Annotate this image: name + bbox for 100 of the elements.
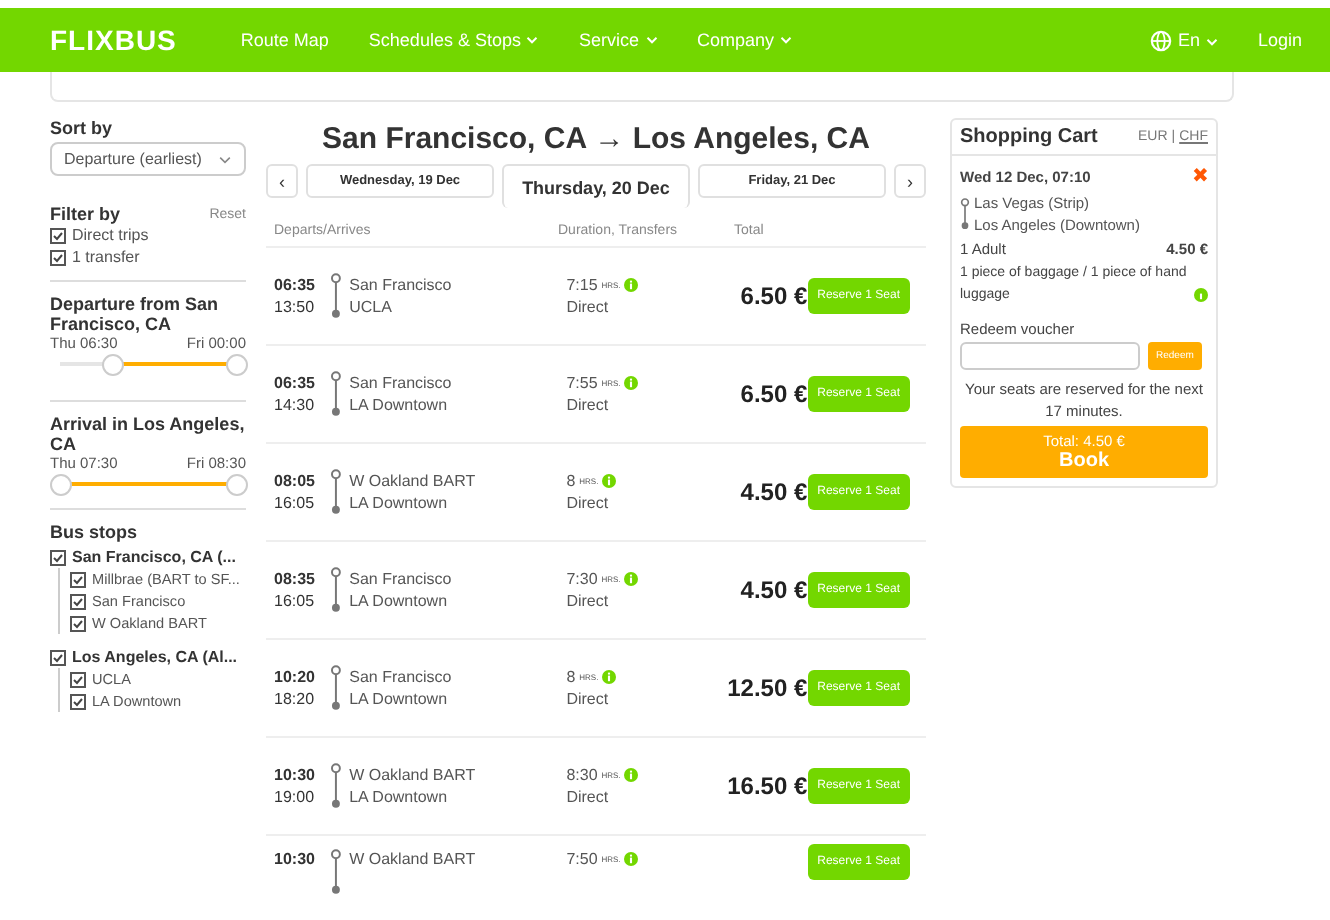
checkbox[interactable] [70,593,86,609]
duration: 7:50 [566,848,598,870]
checkbox[interactable] [50,249,66,265]
route-line-icon [329,370,342,418]
duration: 8 [566,470,576,492]
arrival-time: 14:30 [274,394,317,416]
sort-label: Sort by [50,118,115,138]
arrival-time: 16:05 [274,492,317,514]
transfers: Direct [566,296,611,318]
checkbox[interactable] [70,693,86,709]
nav-link[interactable]: Schedules & Stops [368,30,521,50]
slider-handle[interactable] [50,474,72,496]
duration: 7:30 [566,568,598,590]
departure-time: 10:20 [274,666,317,688]
duration: 7:55 [566,372,598,394]
filter-label: 1 transfer [72,246,140,268]
sort-dropdown[interactable]: Departure (earliest) [50,142,246,176]
globe-icon [1149,29,1172,51]
departure-stop: W Oakland BART [349,470,478,492]
info-icon[interactable] [602,670,617,684]
caret-icon [526,36,539,44]
route-line-icon [329,664,342,712]
departure-stop: San Francisco [349,568,454,590]
info-icon[interactable] [624,278,639,292]
nav-link[interactable]: Route Map [240,30,329,50]
departure-time: 06:35 [274,274,317,296]
transfers: Direct [566,786,611,808]
checkbox[interactable] [50,227,66,243]
duration: 8 [566,666,576,688]
login-link[interactable]: Login [1257,30,1302,50]
caret-icon [218,155,232,163]
filter-label: Filter by [50,204,121,224]
arrival-stop: LA Downtown [349,394,450,416]
slider-handle[interactable] [226,354,248,376]
checkbox[interactable] [50,649,66,665]
departure-stop: W Oakland BART [349,764,478,786]
price: 4.50 € [738,576,808,604]
info-icon[interactable] [624,768,639,782]
checkbox[interactable] [70,671,86,687]
info-icon[interactable] [624,852,639,866]
range-slider[interactable] [50,474,246,496]
remove-button[interactable]: ✖ [1192,164,1208,188]
price: 12.50 € [725,674,808,702]
caret-icon [645,36,657,44]
departure-stop: San Francisco [349,372,454,394]
checkbox[interactable] [50,549,66,565]
filter-label: Direct trips [72,224,149,246]
checkbox[interactable] [70,615,86,631]
checkbox[interactable] [70,571,86,587]
help-icon[interactable] [1194,288,1208,302]
bus-stops-title: Bus stops [50,508,246,542]
nav-link[interactable]: Service [578,30,639,50]
departure-time: 10:30 [274,848,317,870]
voucher-input[interactable] [960,342,1140,370]
slider-handle[interactable] [102,354,125,376]
arrival-time: 19:00 [274,786,317,808]
route-line-icon [329,566,342,614]
arrival-stop: LA Downtown [349,786,450,808]
next-day-button[interactable]: › [894,164,926,198]
price: 16.50 € [725,772,808,800]
slider-title: Departure from San Francisco, CA [50,294,221,334]
stop-group-label: Los Angeles, CA (Al... [72,646,238,668]
nav-link[interactable]: Company [697,30,775,50]
route-line-icon [329,272,342,320]
departure-stop: W Oakland BART [349,848,478,870]
route-title: San Francisco, CA → Los Angeles, CA [320,122,872,156]
duration: 7:15 [566,274,598,296]
info-icon[interactable] [624,572,639,586]
route-line-icon [329,848,342,896]
day-tab[interactable]: Thursday, 20 Dec [502,164,690,208]
price: 4.50 € [738,478,808,506]
route-line-icon [329,468,342,516]
departure-stop: San Francisco [349,274,454,296]
slider-title: Arrival in Los Angeles, CA [50,414,246,454]
info-icon[interactable] [624,376,639,390]
transfers: Direct [566,394,611,416]
departure-time: 08:05 [274,470,317,492]
departure-time: 10:30 [274,764,317,786]
arrival-stop: UCLA [349,296,394,318]
duration: 8:30 [566,764,598,786]
info-icon[interactable] [602,474,617,488]
departure-time: 08:35 [274,568,317,590]
language-selector[interactable]: En [1177,30,1218,50]
arrival-stop: LA Downtown [349,492,450,514]
cart-title: Shopping Cart [960,126,1098,148]
previous-day-button[interactable]: ‹ [266,164,298,198]
arrival-time: 16:05 [274,590,317,612]
route-line-icon [960,196,970,232]
arrival-stop: LA Downtown [349,590,450,612]
transfers: Direct [566,590,611,612]
arrival-time: 18:20 [274,688,317,710]
transfers: Direct [566,492,611,514]
slider-handle[interactable] [226,474,248,496]
route-line-icon [329,762,342,810]
stop-group-label: San Francisco, CA (... [72,546,236,568]
price: 6.50 € [738,282,808,310]
logo[interactable]: FLIXBUS [50,24,177,56]
transfers: Direct [566,688,611,710]
caret-icon [1205,38,1218,46]
arrival-stop: LA Downtown [349,688,450,710]
